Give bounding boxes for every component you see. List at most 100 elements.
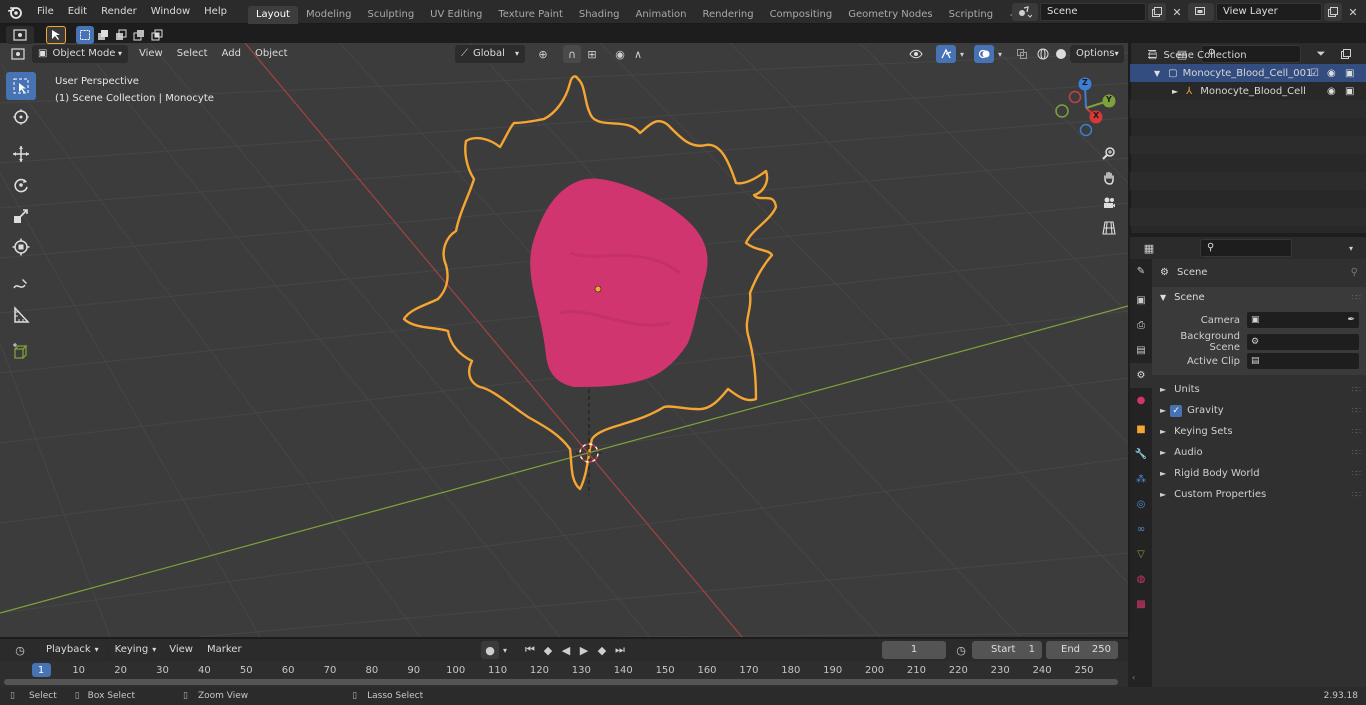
drag-grip-icon[interactable]: ∷∷ — [1352, 400, 1361, 421]
expand-arrow-icon[interactable]: ► — [1172, 87, 1178, 96]
options-dropdown[interactable]: Options ▾ — [1070, 45, 1124, 63]
active-clip-field[interactable]: ▤ — [1246, 352, 1360, 370]
tab-sculpting[interactable]: Sculpting — [359, 6, 422, 24]
units-panel[interactable]: ► Units ∷∷ — [1152, 379, 1366, 400]
zoom-icon[interactable] — [1098, 142, 1120, 164]
3d-viewport[interactable]: User Perspective (1) Scene Collection | … — [0, 43, 1128, 637]
current-frame-field[interactable]: 1 — [882, 641, 946, 659]
menu-help[interactable]: Help — [197, 0, 234, 24]
play-reverse-icon[interactable]: ◀ — [557, 641, 575, 659]
timeline-view-menu[interactable]: View — [162, 639, 200, 661]
drag-grip-icon[interactable]: ∷∷ — [1352, 379, 1361, 400]
tab-shading[interactable]: Shading — [571, 6, 628, 24]
playback-menu[interactable]: Playback ▾ — [40, 641, 105, 659]
transform-tool[interactable] — [6, 233, 36, 261]
texture-tab-icon[interactable]: ▩ — [1130, 592, 1152, 617]
vp-menu-select[interactable]: Select — [170, 43, 215, 65]
add-cube-tool[interactable] — [6, 338, 36, 366]
timeline-scrollbar[interactable] — [4, 679, 1118, 685]
expand-arrow-icon[interactable]: ▼ — [1154, 69, 1160, 78]
properties-search-input[interactable]: ⚲ — [1200, 239, 1292, 257]
menu-render[interactable]: Render — [94, 0, 144, 24]
view-layer-tab-icon[interactable]: ▤ — [1130, 338, 1152, 363]
camera-render-icon[interactable]: ▣ — [1345, 86, 1354, 97]
delete-view-layer-icon[interactable]: ✕ — [1344, 3, 1362, 21]
camera-view-icon[interactable] — [1098, 192, 1120, 214]
keying-sets-panel[interactable]: ► Keying Sets ∷∷ — [1152, 421, 1366, 442]
tab-uv-editing[interactable]: UV Editing — [422, 6, 490, 24]
preview-range-clock-icon[interactable]: ◷ — [952, 641, 970, 659]
visibility-filter-icon[interactable] — [902, 45, 930, 63]
custom-properties-panel[interactable]: ► Custom Properties ∷∷ — [1152, 484, 1366, 505]
proportional-edit-icon[interactable]: ◉ — [611, 45, 629, 63]
vp-menu-object[interactable]: Object — [248, 43, 295, 65]
output-tab-icon[interactable]: ⎙ — [1130, 313, 1152, 338]
render-tab-icon[interactable]: ▣ — [1130, 288, 1152, 313]
solid-shading-icon[interactable] — [1052, 45, 1070, 63]
chevron-down-icon[interactable]: ▾ — [956, 45, 968, 63]
delete-scene-icon[interactable]: ✕ — [1168, 3, 1186, 21]
select-subtract-icon[interactable] — [112, 26, 130, 44]
tab-compositing[interactable]: Compositing — [762, 6, 841, 24]
view-layer-name-field[interactable]: View Layer — [1216, 3, 1322, 21]
falloff-curve-icon[interactable]: ∧ — [629, 45, 647, 63]
perspective-toggle-icon[interactable] — [1098, 217, 1120, 239]
particles-tab-icon[interactable]: ⁂ — [1130, 467, 1152, 492]
blender-logo-icon[interactable] — [0, 3, 30, 21]
select-new-icon[interactable] — [76, 26, 94, 44]
outliner-item-object[interactable]: ► ⅄ Monocyte_Blood_Cell ◉ ▣ — [1130, 82, 1366, 100]
gizmo-toggle-icon[interactable] — [936, 45, 956, 63]
outliner-item-collection[interactable]: ▼ ▢ Monocyte_Blood_Cell_001 ☑ ◉ ▣ — [1130, 64, 1366, 82]
chevron-down-icon[interactable]: ▾ — [1342, 239, 1360, 257]
outliner-scene-collection[interactable]: ▢ Scene Collection — [1148, 47, 1247, 63]
tab-modeling[interactable]: Modeling — [298, 6, 360, 24]
object-mode-dropdown[interactable]: ▣ Object Mode ▾ — [32, 45, 128, 63]
rigid-body-world-panel[interactable]: ► Rigid Body World ∷∷ — [1152, 463, 1366, 484]
move-tool[interactable] — [6, 140, 36, 168]
tab-scripting[interactable]: Scripting — [941, 6, 1001, 24]
eye-visibility-icon[interactable]: ◉ — [1327, 86, 1336, 97]
editor-type-icon[interactable]: ◷ — [6, 641, 34, 659]
overlays-toggle-icon[interactable] — [974, 45, 994, 63]
timeline-ruler[interactable]: 1 10 20 30 40 50 60 70 80 90 100 110 120 130 140 150 160… — [0, 661, 1128, 687]
tab-layout[interactable]: Layout — [247, 5, 298, 24]
prev-keyframe-icon[interactable]: ◆ — [539, 641, 557, 659]
physics-tab-icon[interactable]: ◎ — [1130, 492, 1152, 517]
navigation-gizmo[interactable]: X Y Z — [1052, 73, 1122, 139]
object-tab-icon[interactable]: ■ — [1130, 417, 1152, 442]
drag-grip-icon[interactable]: ∷∷ — [1352, 463, 1361, 484]
drag-grip-icon[interactable]: ∷∷ — [1352, 442, 1361, 463]
checkbox-icon[interactable]: ☑ — [1310, 68, 1319, 79]
vp-menu-add[interactable]: Add — [215, 43, 248, 65]
view-layer-browse-icon[interactable] — [1188, 3, 1214, 21]
vp-menu-view[interactable]: View — [132, 43, 170, 65]
eye-visibility-icon[interactable]: ◉ — [1327, 68, 1336, 79]
xray-toggle-icon[interactable] — [1012, 45, 1032, 63]
scene-name-field[interactable]: Scene — [1040, 3, 1146, 21]
cursor-tool[interactable] — [6, 103, 36, 131]
scene-panel-header[interactable]: ▼ Scene ∷∷ — [1152, 287, 1366, 309]
select-invert-icon[interactable] — [130, 26, 148, 44]
wireframe-shading-icon[interactable] — [1034, 45, 1052, 63]
annotate-tool[interactable] — [6, 270, 36, 298]
menu-file[interactable]: File — [30, 0, 61, 24]
material-tab-icon[interactable]: ◍ — [1130, 567, 1152, 592]
pan-hand-icon[interactable] — [1098, 167, 1120, 189]
record-icon[interactable]: ● — [481, 641, 499, 659]
measure-tool[interactable] — [6, 301, 36, 329]
rotate-tool[interactable] — [6, 171, 36, 199]
camera-render-icon[interactable]: ▣ — [1345, 68, 1354, 79]
play-icon[interactable]: ▶ — [575, 641, 593, 659]
drag-grip-icon[interactable]: ∷∷ — [1352, 287, 1361, 309]
next-keyframe-icon[interactable]: ◆ — [593, 641, 611, 659]
collapse-arrow-icon[interactable]: ‹ — [1132, 673, 1135, 682]
constraints-tab-icon[interactable]: ∞ — [1130, 517, 1152, 542]
editor-type-icon[interactable]: ▦ — [1136, 239, 1162, 257]
timeline-marker-menu[interactable]: Marker — [200, 639, 249, 661]
select-box-tool[interactable] — [6, 72, 36, 100]
3d-cursor[interactable] — [576, 389, 602, 495]
world-tab-icon[interactable]: ● — [1130, 388, 1152, 413]
snap-magnet-icon[interactable]: ∩ — [563, 45, 581, 63]
gravity-panel[interactable]: ► ✓ Gravity ∷∷ — [1152, 400, 1366, 421]
tab-rendering[interactable]: Rendering — [694, 6, 761, 24]
